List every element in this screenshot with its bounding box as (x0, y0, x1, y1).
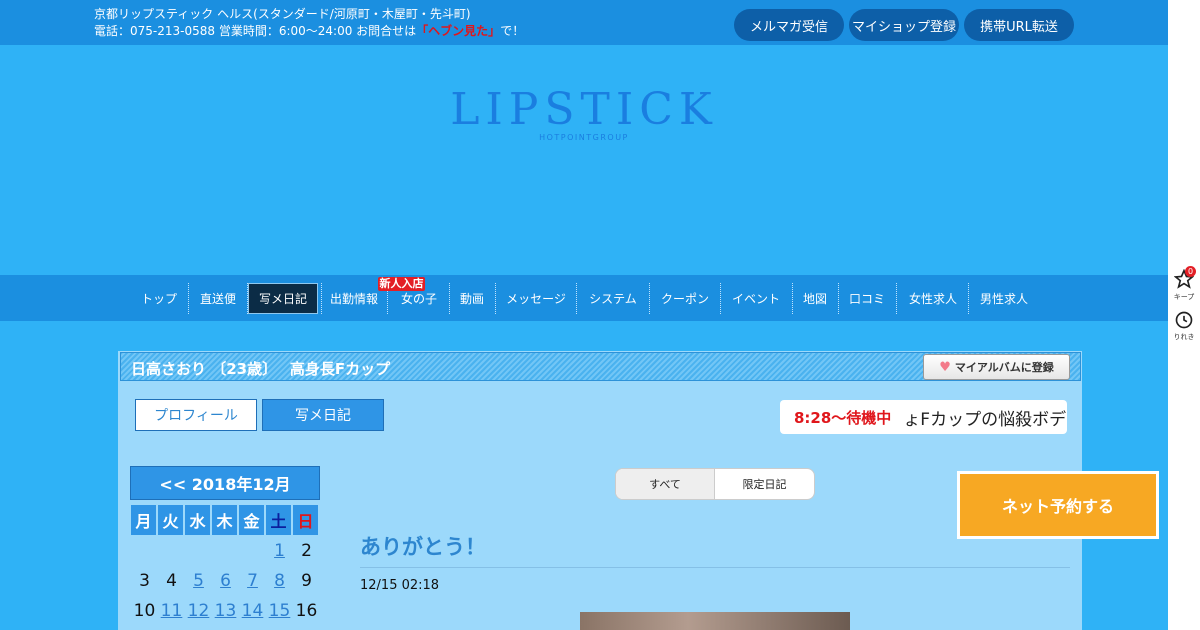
nav-divider (321, 283, 322, 314)
post-divider (360, 567, 1070, 568)
history-label: りれき (1173, 333, 1195, 341)
calendar-day[interactable]: 8 (266, 568, 293, 594)
calendar-day[interactable]: 12 (185, 598, 212, 624)
filter-all[interactable]: すべて (616, 469, 715, 499)
calendar-day[interactable]: 13 (212, 598, 239, 624)
calendar-day[interactable]: 14 (239, 598, 266, 624)
contact-suffix: で！ (500, 24, 525, 38)
post-date: 12/15 02:18 (360, 578, 440, 593)
history-icon[interactable] (1174, 310, 1194, 330)
calendar-day: 3 (139, 571, 150, 591)
calendar-day[interactable]: 5 (185, 568, 212, 594)
nav-item-reviews[interactable]: 口コミ (842, 283, 892, 314)
nav-item-coupon[interactable]: クーポン (654, 283, 716, 314)
nav-divider (896, 283, 897, 314)
filter-limited[interactable]: 限定日記 (715, 469, 814, 499)
nav-item-photo-diary[interactable]: 写メ日記 (248, 283, 318, 314)
nav-item-direct[interactable]: 直送便 (192, 283, 244, 314)
nav-item-system[interactable]: システム (580, 283, 646, 314)
nav-item-male-jobs[interactable]: 男性求人 (972, 283, 1036, 314)
mobile-url-button[interactable]: 携帯URL転送 (964, 9, 1074, 41)
nav-divider (968, 283, 969, 314)
weekday-sat: 土 (266, 505, 291, 535)
weekday-tue: 火 (158, 505, 183, 535)
diary-filter: すべて 限定日記 (615, 468, 815, 500)
contact-text: 電話：075-213-0588 営業時間：6:00～24:00 お問合せは (94, 24, 417, 38)
weekday-thu: 木 (212, 505, 237, 535)
weekday-fri: 金 (239, 505, 264, 535)
weekday-mon: 月 (131, 505, 156, 535)
calendar-month[interactable]: << 2018年12月 (130, 466, 320, 500)
nav-divider (576, 283, 577, 314)
my-album-label: マイアルバムに登録 (954, 361, 1054, 374)
post-photo[interactable] (580, 612, 850, 630)
net-reserve-button[interactable]: ネット予約する (957, 471, 1159, 539)
new-girl-badge: 新人入店 (378, 277, 425, 291)
nav-item-message[interactable]: メッセージ (500, 283, 572, 314)
keep-count-badge: 0 (1185, 266, 1196, 277)
nav-item-map[interactable]: 地図 (796, 283, 834, 314)
calendar-day: 9 (301, 571, 312, 591)
logo-subtitle: HOTPOINTGROUP (539, 133, 629, 142)
calendar-day: 2 (301, 541, 312, 561)
nav-divider (495, 283, 496, 314)
logo-title[interactable]: LIPSTICK (0, 84, 1168, 135)
hero-banner (0, 45, 1168, 275)
main-nav: トップ 直送便 写メ日記 出勤情報 女の子 動画 メッセージ システム クーポン… (0, 275, 1168, 321)
nav-divider (720, 283, 721, 314)
calendar-day[interactable]: 6 (212, 568, 239, 594)
status-catchphrase: ょFカップの悩殺ボデ (903, 409, 1067, 430)
calendar-day: 10 (133, 601, 156, 621)
calendar-day[interactable]: 11 (158, 598, 185, 624)
nav-divider (449, 283, 450, 314)
weekday-sun: 日 (293, 505, 318, 535)
nav-divider (649, 283, 650, 314)
weekday-wed: 水 (185, 505, 210, 535)
nav-item-video[interactable]: 動画 (452, 283, 492, 314)
calendar-day: 16 (295, 601, 318, 621)
girl-name: 日高さおり 〔23歳〕 高身長Fカップ (131, 360, 391, 378)
calendar-day[interactable]: 1 (266, 538, 293, 564)
status-ticker: 8:28～待機中 ょFカップの悩殺ボデ (780, 400, 1067, 434)
nav-divider (838, 283, 839, 314)
mail-magazine-button[interactable]: メルマガ受信 (734, 9, 844, 41)
shop-info: 京都リップスティック ヘルス(スタンダード/河原町・木屋町・先斗町) 電話：07… (94, 6, 524, 40)
shop-title: 京都リップスティック ヘルス(スタンダード/河原町・木屋町・先斗町) (94, 7, 471, 21)
my-shop-register-button[interactable]: マイショップ登録 (849, 9, 959, 41)
top-bar: 京都リップスティック ヘルス(スタンダード/河原町・木屋町・先斗町) 電話：07… (0, 0, 1168, 45)
nav-divider (792, 283, 793, 314)
my-album-button[interactable]: ♥ マイアルバムに登録 (923, 354, 1070, 380)
heart-icon: ♥ (939, 359, 951, 375)
contact-highlight: 「ヘブン見た」 (416, 24, 501, 38)
post-title[interactable]: ありがとう！ (360, 531, 486, 561)
nav-divider (188, 283, 189, 314)
tab-profile[interactable]: プロフィール (135, 399, 257, 431)
nav-item-top[interactable]: トップ (134, 283, 184, 314)
calendar-day[interactable]: 15 (266, 598, 293, 624)
calendar-day[interactable]: 7 (239, 568, 266, 594)
tab-photo-diary[interactable]: 写メ日記 (262, 399, 384, 431)
nav-item-event[interactable]: イベント (724, 283, 788, 314)
keep-label: キープ (1173, 293, 1195, 301)
nav-item-female-jobs[interactable]: 女性求人 (900, 283, 966, 314)
nav-item-schedule[interactable]: 出勤情報 (324, 283, 384, 314)
status-time: 8:28～待機中 (794, 408, 892, 427)
calendar-day: 4 (166, 571, 177, 591)
shop-contact: 電話：075-213-0588 営業時間：6:00～24:00 お問合せは「ヘブ… (94, 23, 524, 40)
